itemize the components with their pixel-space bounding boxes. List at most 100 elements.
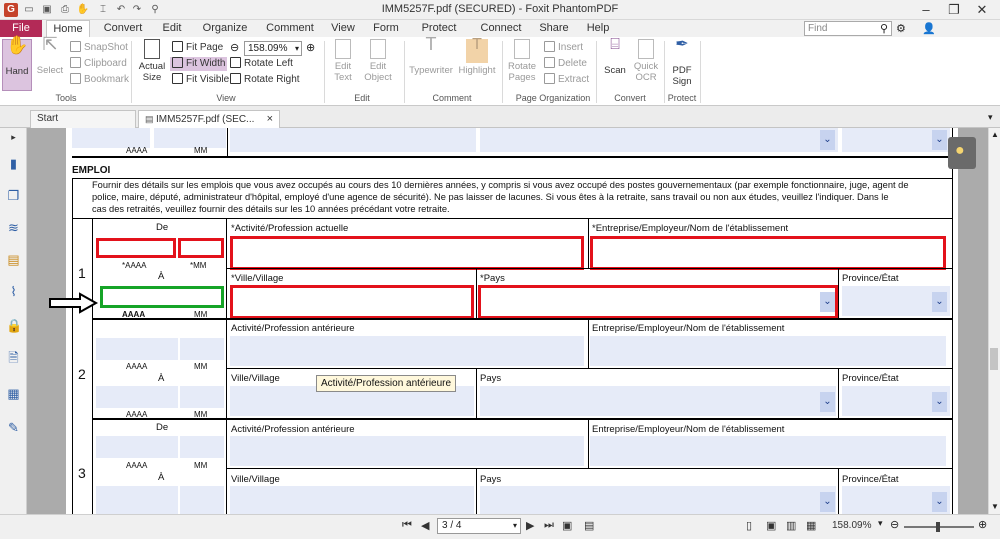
security-lock-icon[interactable]: 🔒 [6,318,22,333]
layers-icon[interactable]: ≋ [6,220,21,235]
continuous-page-icon[interactable]: ▣ [766,519,776,532]
tab-view[interactable]: View [326,20,360,37]
pdf-sign-button[interactable]: ✒ PDF Sign [668,37,696,88]
scroll-up-icon[interactable]: ▲ [991,130,999,139]
chevron-down-icon[interactable]: ⌄ [932,292,947,312]
zoom-select[interactable]: 158.09% ▾ [244,41,302,56]
facing-page-icon[interactable]: ▥ [786,519,796,532]
tab-connect[interactable]: Connect [476,20,526,37]
single-page-icon[interactable]: ▯ [746,519,752,532]
pages-icon[interactable]: ❐ [6,188,21,203]
snapshot-button[interactable]: SnapShot [70,41,128,55]
clipboard-button[interactable]: Clipboard [70,57,127,71]
zoom-slider-handle[interactable] [936,522,940,532]
month-from-field[interactable] [180,338,224,360]
document-properties-icon[interactable]: 🗎 [6,350,21,365]
search-icon[interactable]: ⚲ [880,22,888,35]
minimize-icon[interactable]: – [912,0,940,20]
rotate-right-button[interactable]: Rotate Right [230,73,300,87]
chevron-down-icon[interactable]: ⌄ [932,130,947,150]
insert-button[interactable]: Insert [544,41,583,55]
tab-edit[interactable]: Edit [152,20,192,37]
month-from-field[interactable] [180,436,224,458]
tab-share[interactable]: Share [536,20,572,37]
rotate-left-button[interactable]: Rotate Left [230,57,293,71]
fit-visible-button[interactable]: Fit Visible [172,73,229,87]
quick-ocr-button[interactable]: Quick OCR [632,39,660,83]
bookmarks-icon[interactable]: ▮ [6,156,21,171]
month-from-field-highlighted[interactable] [178,238,224,258]
tab-organize[interactable]: Organize [196,20,254,37]
chevron-down-icon[interactable]: ⌄ [820,130,835,150]
employer-field[interactable] [590,336,946,366]
continuous-facing-icon[interactable]: ▦ [806,519,816,532]
zoom-in-icon[interactable]: ⊕ [978,518,987,531]
chevron-down-icon[interactable]: ⌄ [932,492,947,512]
year-to-field[interactable] [96,386,178,408]
scroll-down-icon[interactable]: ▼ [991,502,999,511]
current-occupation-field[interactable] [230,236,584,270]
previous-occupation-field[interactable] [230,336,584,366]
country-dropdown[interactable] [478,285,838,319]
extract-button[interactable]: Extract [544,73,589,87]
actual-size-button[interactable]: Actual Size [136,39,168,83]
attachments-icon[interactable]: ⌇ [6,284,21,299]
country-dropdown[interactable] [480,486,836,514]
chevron-down-icon[interactable]: ⌄ [932,392,947,412]
chevron-down-icon[interactable]: ⌄ [820,292,835,312]
year-from-field[interactable] [96,338,178,360]
zoom-level[interactable]: 158.09% [832,520,871,531]
tab-convert[interactable]: Convert [100,20,146,37]
fit-width-button[interactable]: Fit Width [170,57,228,71]
top-city-field[interactable] [230,128,476,152]
signatures-icon[interactable]: ✎ [6,420,21,435]
tab-start[interactable]: Start [30,110,136,128]
city-field[interactable] [230,285,474,319]
top-country-dropdown[interactable] [480,128,838,152]
tab-form[interactable]: Form [368,20,404,37]
chevron-down-icon[interactable]: ⌄ [820,492,835,512]
employer-field[interactable] [590,236,946,270]
close-tab-icon[interactable]: × [267,111,273,127]
zoom-out-icon[interactable]: ⊖ [890,518,899,531]
month-to-field[interactable] [180,486,224,514]
last-page-icon[interactable]: ⏭ [544,519,554,532]
year-to-field-focused[interactable] [100,286,224,308]
settings-gear-icon[interactable]: ⚙ [896,22,906,35]
previous-occupation-field[interactable] [230,436,584,466]
next-page-icon[interactable]: ▶ [526,519,534,532]
edit-text-button[interactable]: Edit Text [328,39,358,83]
restore-icon[interactable]: ❐ [940,0,968,20]
country-dropdown[interactable] [480,386,836,416]
go-forward-view-icon[interactable]: ▤ [584,519,594,532]
search-input[interactable]: Find [804,21,892,36]
top-month-field[interactable] [154,128,226,148]
tabs-scroll-icon[interactable]: ▾ [988,112,993,123]
scrollbar-thumb[interactable] [990,348,998,370]
year-to-field[interactable] [96,486,178,514]
lightbulb-hint-button[interactable]: ● [948,137,976,169]
edit-object-button[interactable]: Edit Object [362,39,394,83]
fit-page-button[interactable]: Fit Page [172,41,223,55]
year-from-field-highlighted[interactable] [96,238,176,258]
top-year-field[interactable] [72,128,150,148]
employer-field[interactable] [590,436,946,466]
hand-tool-button[interactable]: ✋ Hand [2,36,32,91]
select-tool-button[interactable]: ⇱ Select [36,35,64,76]
year-from-field[interactable] [96,436,178,458]
previous-page-icon[interactable]: ◀ [421,519,429,532]
first-page-icon[interactable]: ⏮ [402,519,412,532]
expand-panel-icon[interactable]: ▸ [6,130,21,145]
chevron-down-icon[interactable]: ⌄ [820,392,835,412]
comments-icon[interactable]: ▤ [6,252,21,267]
page-number-input[interactable]: 3 / 4 ▾ [437,518,521,534]
typewriter-button[interactable]: T Typewriter [408,35,454,76]
vertical-scrollbar[interactable] [988,128,1000,514]
form-fields-icon[interactable]: ▦ [6,386,21,401]
delete-button[interactable]: Delete [544,57,587,71]
zoom-out-icon[interactable]: ⊖ [230,41,239,54]
close-icon[interactable]: ✕ [968,0,996,20]
scan-button[interactable]: ⌸ Scan [600,37,630,77]
highlight-button[interactable]: T Highlight [458,37,496,77]
month-to-field[interactable] [180,386,224,408]
